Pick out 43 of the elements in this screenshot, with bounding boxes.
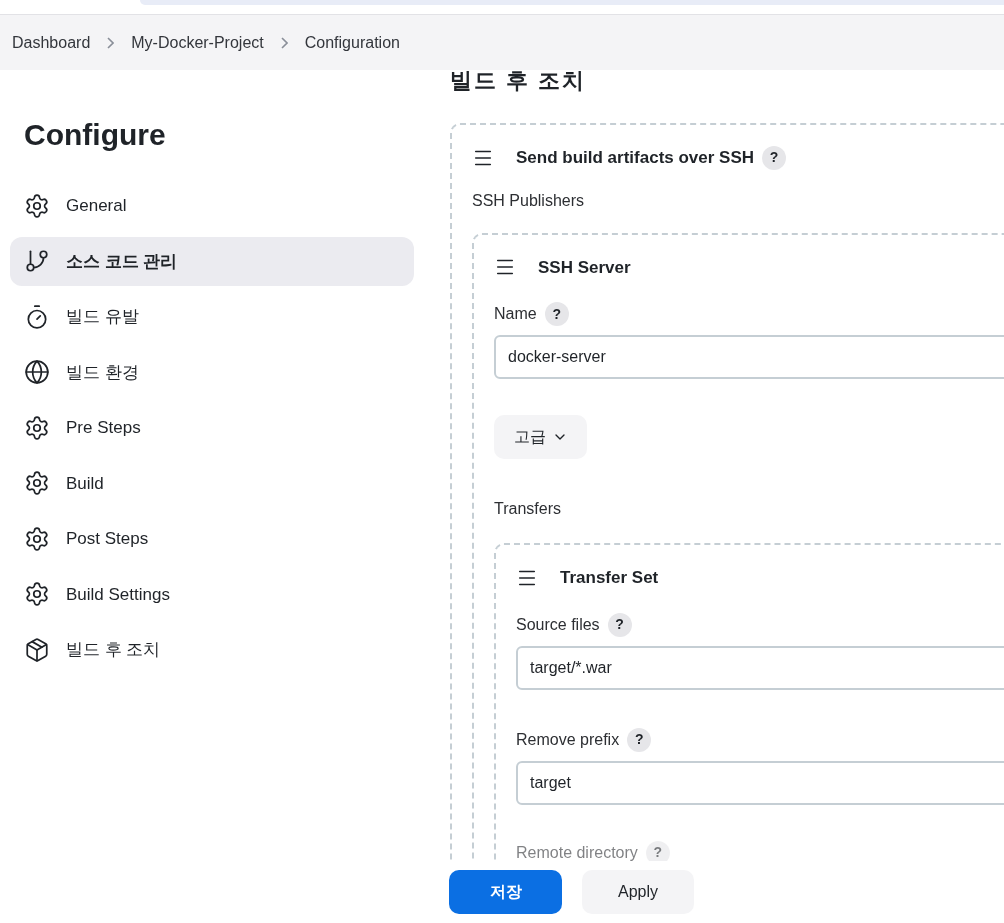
branch-icon — [24, 248, 50, 275]
help-icon[interactable]: ? — [762, 145, 787, 170]
help-icon[interactable]: ? — [544, 302, 569, 326]
globe-icon — [24, 359, 50, 386]
sidebar-item[interactable]: 빌드 유발 — [10, 292, 414, 342]
breadcrumb-link[interactable]: My-Docker-Project — [131, 30, 264, 55]
section-title: 빌드 후 조치 — [450, 67, 588, 95]
field-label: Remove prefix — [516, 729, 620, 750]
panel-title: Send build artifacts over SSH — [516, 147, 755, 169]
chevron-right-icon — [280, 36, 288, 49]
field-label: Source files — [516, 614, 600, 635]
chevron-right-icon — [107, 36, 115, 49]
gear-icon — [24, 581, 50, 608]
gear-icon — [24, 525, 50, 552]
gear-icon — [24, 192, 50, 219]
sidebar-title: Configure — [24, 117, 167, 153]
text-field[interactable]: target — [516, 760, 1004, 805]
sidebar-item[interactable]: 빌드 환경 — [10, 347, 414, 397]
breadcrumb-link[interactable]: Dashboard — [12, 30, 91, 55]
text-field[interactable]: target/*.war — [516, 645, 1004, 690]
gear-icon — [24, 470, 50, 497]
help-icon[interactable]: ? — [607, 612, 632, 637]
sidebar-item[interactable]: Post Steps — [10, 514, 414, 564]
sidebar-item[interactable]: Pre Steps — [10, 403, 414, 453]
panel-title: SSH Server — [538, 256, 631, 279]
panel-title: Transfer Set — [560, 567, 659, 589]
advanced-button[interactable]: 고급 — [494, 415, 587, 459]
field-label: Name — [494, 304, 537, 324]
sidebar-item[interactable]: Build Settings — [10, 569, 414, 619]
sidebar-item[interactable]: 빌드 후 조치 — [10, 625, 414, 675]
group-label: SSH Publishers — [472, 190, 586, 211]
sidebar-item[interactable]: 소스 코드 관리 — [10, 236, 414, 286]
apply-button[interactable]: Apply — [582, 870, 694, 914]
text-field[interactable]: docker-server — [494, 335, 1004, 379]
sidebar-item[interactable]: Build — [10, 458, 414, 508]
breadcrumb-link[interactable]: Configuration — [304, 30, 400, 55]
package-icon — [24, 636, 50, 663]
field-label: Remote directory — [516, 842, 638, 863]
help-icon[interactable]: ? — [627, 727, 652, 752]
sidebar-item[interactable]: General — [10, 181, 414, 231]
group-label: Transfers — [494, 499, 562, 519]
save-button[interactable]: 저장 — [449, 870, 562, 914]
gear-icon — [24, 414, 50, 441]
